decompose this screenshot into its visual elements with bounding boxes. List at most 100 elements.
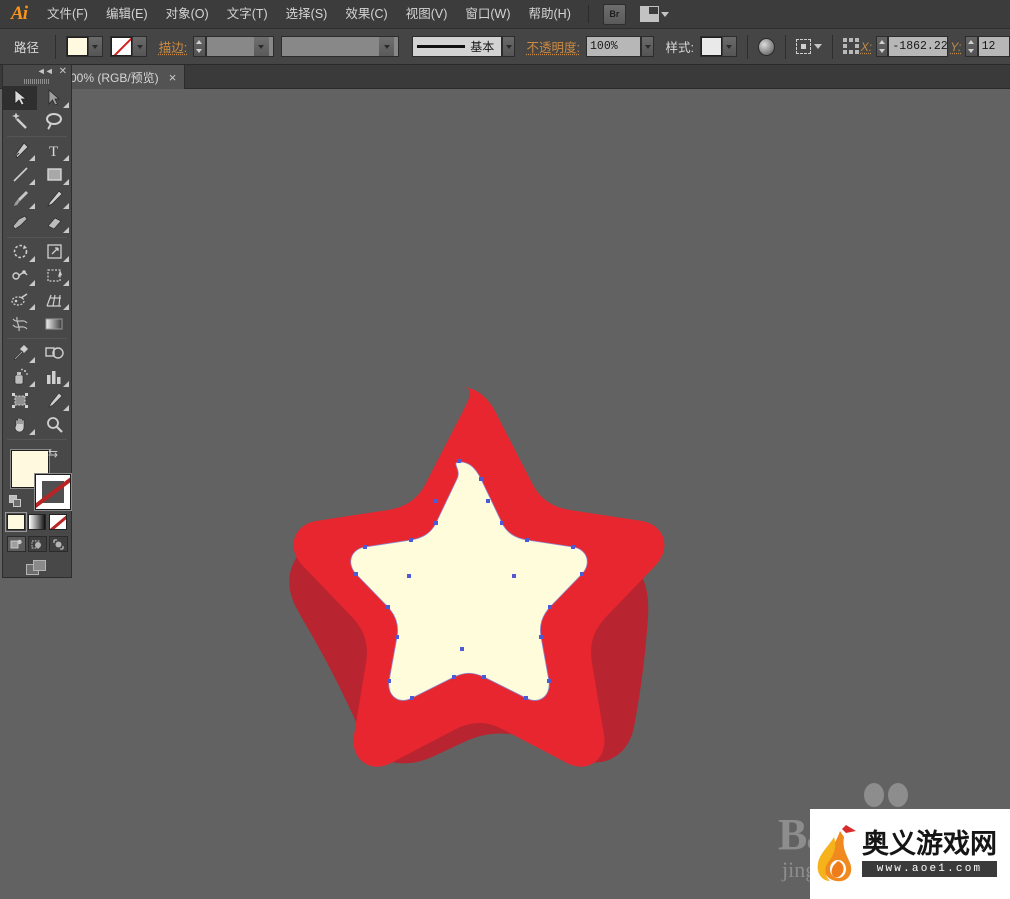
menu-bar: Ai 文件(F) 编辑(E) 对象(O) 文字(T) 选择(S) 效果(C) 视…: [0, 0, 1010, 29]
hand-tool[interactable]: [3, 413, 37, 437]
draw-inside-mode-button[interactable]: [48, 536, 68, 553]
selection-tool[interactable]: [3, 85, 37, 110]
line-segment-tool[interactable]: [3, 163, 37, 187]
fill-swatch[interactable]: [66, 37, 88, 56]
panel-drag-handle[interactable]: [3, 78, 71, 86]
bridge-button[interactable]: Br: [602, 3, 626, 25]
pencil-tool[interactable]: [37, 187, 71, 211]
opacity-input[interactable]: 100%: [586, 36, 641, 57]
stroke-swatch-none[interactable]: [111, 37, 133, 56]
draw-normal-mode-button[interactable]: [6, 536, 26, 553]
stroke-weight-label[interactable]: 描边:: [159, 37, 187, 56]
graphic-style-control[interactable]: [699, 36, 737, 57]
zoom-tool[interactable]: [37, 413, 71, 437]
perspective-grid-tool[interactable]: [37, 288, 71, 312]
default-fill-stroke-icon[interactable]: [9, 495, 22, 508]
mesh-tool[interactable]: [3, 312, 37, 336]
direct-selection-tool[interactable]: [37, 86, 71, 110]
y-position-input[interactable]: 12: [977, 36, 1010, 57]
menubar-divider: [587, 5, 589, 23]
graphic-style-dropdown-arrow[interactable]: [721, 37, 736, 56]
control-bar: 路径 描边: 基本 不透明度: 100% 样式: X: -1862.22 Y: …: [0, 29, 1010, 65]
tool-grid-transform: [3, 240, 71, 336]
scale-tool[interactable]: [37, 240, 71, 264]
fill-control[interactable]: [65, 36, 103, 57]
menu-select[interactable]: 选择(S): [277, 0, 337, 29]
y-stepper[interactable]: [965, 36, 978, 57]
blend-tool[interactable]: [37, 341, 71, 365]
menu-type[interactable]: 文字(T): [218, 0, 277, 29]
document-tab[interactable]: 00% (RGB/预览) ×: [60, 65, 186, 89]
menu-effect[interactable]: 效果(C): [336, 0, 396, 29]
document-tab-bar: 00% (RGB/预览) ×: [0, 65, 1010, 89]
symbol-sprayer-tool[interactable]: [3, 365, 37, 389]
baidu-paw-icon: [864, 783, 908, 807]
tool-group-indicator-icon: [63, 101, 69, 108]
close-icon[interactable]: ×: [169, 70, 177, 85]
menu-file[interactable]: 文件(F): [38, 0, 97, 29]
menu-window[interactable]: 窗口(W): [456, 0, 519, 29]
stroke-color-control[interactable]: [110, 36, 148, 57]
column-graph-tool[interactable]: [37, 365, 71, 389]
menu-edit[interactable]: 编辑(E): [97, 0, 157, 29]
artboard-tool[interactable]: [3, 389, 37, 413]
gradient-mode-button[interactable]: [28, 514, 46, 531]
brush-definition-dropdown-arrow[interactable]: [502, 36, 516, 57]
eraser-tool[interactable]: [37, 211, 71, 235]
tool-group-indicator-icon: [63, 202, 69, 209]
stroke-dropdown-arrow[interactable]: [132, 37, 147, 56]
align-icon: [795, 39, 811, 54]
graphic-style-swatch[interactable]: [700, 37, 722, 56]
recolor-artwork-icon[interactable]: [757, 37, 775, 56]
x-stepper[interactable]: [876, 36, 889, 57]
width-tool[interactable]: [3, 264, 37, 288]
menu-view[interactable]: 视图(V): [397, 0, 457, 29]
control-divider-1: [55, 34, 56, 59]
rectangle-tool[interactable]: [37, 163, 71, 187]
stroke-weight-dropdown-arrow[interactable]: [253, 37, 269, 56]
stroke-weight-stepper[interactable]: [193, 36, 206, 57]
brush-definition-box[interactable]: 基本: [412, 36, 502, 57]
swap-fill-stroke-icon[interactable]: ⇆: [48, 446, 61, 460]
magic-wand-tool[interactable]: [3, 110, 37, 134]
none-mode-button[interactable]: [49, 514, 67, 531]
rounded-star-illustration[interactable]: [250, 379, 670, 779]
color-mode-button[interactable]: [5, 512, 27, 533]
pen-tool[interactable]: [3, 139, 37, 163]
lasso-tool[interactable]: [37, 110, 71, 134]
arrange-documents-button[interactable]: [639, 6, 669, 22]
gradient-tool[interactable]: [37, 312, 71, 336]
tool-group-indicator-icon: [63, 154, 69, 161]
collapse-icon[interactable]: ◄◄: [37, 66, 54, 76]
menu-object[interactable]: 对象(O): [157, 0, 218, 29]
shape-builder-tool[interactable]: [3, 288, 37, 312]
style-label: 样式:: [665, 41, 694, 55]
free-transform-tool[interactable]: [37, 264, 71, 288]
opacity-dropdown-arrow[interactable]: [640, 36, 655, 57]
close-icon[interactable]: ✕: [59, 66, 67, 77]
type-tool[interactable]: T: [37, 139, 71, 163]
transform-panel-icon[interactable]: [842, 38, 859, 55]
chevron-down-icon: [660, 11, 669, 17]
canvas-area[interactable]: Ba jing 奥义游戏网 www.aoe1.com: [0, 89, 1010, 899]
toolbar-stroke-swatch-none[interactable]: [35, 473, 71, 510]
tool-group-indicator-icon: [63, 255, 69, 262]
opacity-label[interactable]: 不透明度:: [527, 37, 580, 56]
tool-divider-2: [7, 236, 67, 238]
eyedropper-tool[interactable]: [3, 341, 37, 365]
variable-width-dropdown-arrow[interactable]: [379, 37, 395, 56]
paintbrush-tool[interactable]: [3, 187, 37, 211]
stroke-weight-combo[interactable]: [205, 36, 274, 57]
blob-brush-tool[interactable]: [3, 211, 37, 235]
slice-tool[interactable]: [37, 389, 71, 413]
screen-mode-button[interactable]: [3, 560, 71, 577]
fill-dropdown-arrow[interactable]: [87, 37, 102, 56]
x-position-input[interactable]: -1862.22: [888, 36, 949, 57]
tools-panel-header: ◄◄ ✕: [3, 65, 71, 78]
variable-width-profile-combo[interactable]: [281, 36, 400, 57]
selection-type-label: 路径: [14, 41, 40, 55]
menu-help[interactable]: 帮助(H): [520, 0, 580, 29]
rotate-tool[interactable]: [3, 240, 37, 264]
align-button[interactable]: [795, 39, 822, 54]
draw-behind-mode-button[interactable]: [27, 536, 47, 553]
